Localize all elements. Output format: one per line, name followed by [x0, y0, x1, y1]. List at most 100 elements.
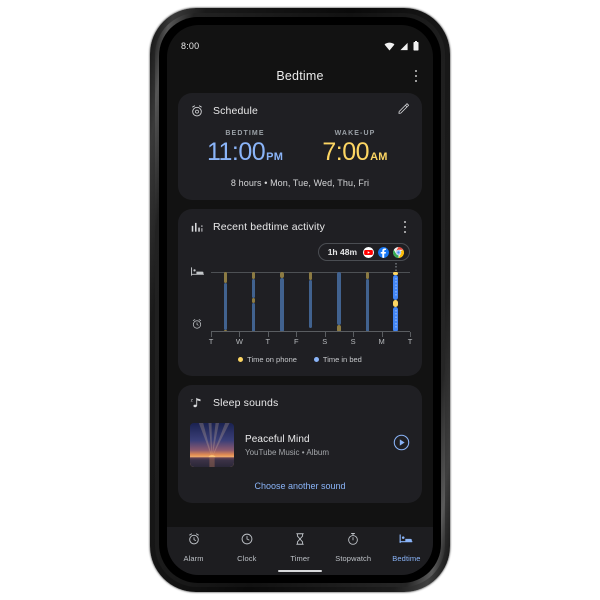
chart-x-labels: TWTFSSMT: [208, 337, 413, 351]
chart-bar-segment: [280, 272, 284, 278]
bottom-navigation: Alarm Clock Timer Stopwatch Bedtime: [167, 527, 433, 575]
signal-icon: [400, 42, 408, 50]
chart-gutter-icons: [190, 264, 210, 352]
legend-label: Time on phone: [247, 355, 297, 364]
usage-duration: 1h 48m: [327, 247, 357, 257]
sound-track-row[interactable]: Peaceful Mind YouTube Music • Album: [190, 423, 410, 467]
chart-x-label: T: [208, 337, 214, 346]
chrome-icon: [393, 246, 404, 258]
chart-bar-segment: [251, 278, 256, 299]
table-row[interactable]: [223, 272, 227, 332]
activity-title: Recent bedtime activity: [213, 221, 325, 233]
chart-bar-segment: [308, 272, 313, 280]
bedtime-clock: 11:00: [206, 138, 266, 166]
activity-more-vert-icon[interactable]: [400, 217, 410, 237]
alarm-schedule-icon: [192, 105, 202, 117]
phone-screen: 8:00 Bedtime Schedule BEDTIME 11:00PM WA…: [167, 25, 433, 575]
sleep-sounds-title: Sleep sounds: [213, 397, 279, 409]
legend-label: Time in bed: [322, 355, 362, 364]
wakeup-meridiem: AM: [370, 151, 388, 163]
activity-card-header: Recent bedtime activity: [190, 220, 410, 234]
table-row[interactable]: [337, 272, 341, 332]
hourglass-icon: [293, 532, 307, 551]
chart-plot-area: TWTFSSMT: [208, 263, 413, 352]
scroll-content: Schedule BEDTIME 11:00PM WAKE-UP 7:00AM …: [167, 93, 433, 548]
nav-item-label: Alarm: [183, 553, 204, 563]
chart-bar-segment: [223, 283, 227, 330]
chart-bar-segment: [280, 278, 284, 332]
status-bar: 8:00: [167, 38, 433, 54]
chart-bar-segment: [251, 272, 256, 279]
schedule-times: BEDTIME 11:00PM WAKE-UP 7:00AM: [190, 130, 410, 165]
chart-x-label: M: [378, 337, 385, 346]
music-note-icon: z: [191, 397, 201, 408]
sleep-sounds-header: z Sleep sounds: [190, 396, 410, 410]
chart-x-label: S: [322, 337, 328, 346]
chart-x-label: T: [265, 337, 271, 346]
wakeup-column[interactable]: WAKE-UP 7:00AM: [300, 130, 410, 165]
nav-item-alarm[interactable]: Alarm: [167, 532, 220, 563]
youtube-icon: [363, 246, 374, 258]
alarm-clock-icon: [192, 319, 202, 329]
wifi-icon: [384, 42, 395, 51]
bedtime-value: 11:00PM: [190, 140, 300, 165]
nav-item-stopwatch[interactable]: Stopwatch: [327, 532, 380, 563]
clock-icon: [240, 532, 254, 551]
pencil-edit-icon[interactable]: [397, 102, 410, 120]
legend-item: Time on phone: [238, 355, 297, 364]
chart-bar-segment: [393, 275, 399, 300]
chart-x-label: S: [350, 337, 356, 346]
facebook-icon: [378, 246, 389, 258]
bedtime-activity-chart[interactable]: TWTFSSMT: [190, 263, 413, 352]
activity-card: Recent bedtime activity 1h 48m T W T F S…: [178, 209, 422, 376]
bed-icon: [191, 267, 204, 276]
chart-bar-segment: [251, 298, 256, 304]
legend-color-dot: [238, 357, 244, 362]
bedtime-column[interactable]: BEDTIME 11:00PM: [190, 130, 300, 165]
table-row[interactable]: [308, 272, 313, 332]
nav-item-label: Clock: [237, 553, 257, 563]
bedtime-meridiem: PM: [266, 151, 284, 163]
play-circle-icon[interactable]: [393, 434, 410, 456]
svg-text:z: z: [191, 397, 194, 402]
nav-item-label: Bedtime: [392, 553, 421, 563]
chart-bar-segment: [337, 272, 341, 325]
nav-item-label: Stopwatch: [335, 553, 372, 563]
track-subtitle: YouTube Music • Album: [245, 447, 330, 457]
wakeup-clock: 7:00: [322, 138, 370, 166]
chart-bar-segment: [365, 272, 370, 280]
schedule-title: Schedule: [213, 105, 258, 117]
table-row[interactable]: [251, 272, 256, 332]
legend-color-dot: [313, 357, 319, 362]
usage-chip-row: 1h 48m: [190, 243, 410, 261]
selection-stem: [395, 263, 397, 272]
app-usage-chip[interactable]: 1h 48m: [317, 243, 410, 261]
nav-item-clock[interactable]: Clock: [220, 532, 273, 563]
nav-item-label: Timer: [290, 553, 310, 563]
chart-bar-segment: [308, 279, 313, 328]
status-bar-time: 8:00: [181, 41, 200, 51]
nav-item-bedtime[interactable]: Bedtime: [380, 532, 433, 563]
chart-bars-layer: [211, 263, 410, 332]
bed-icon: [399, 532, 413, 551]
status-bar-icons: [384, 41, 419, 51]
table-row[interactable]: [280, 272, 284, 332]
more-vert-icon[interactable]: [411, 66, 421, 86]
chart-bar-segment: [365, 279, 370, 332]
chart-bar-segment: [223, 272, 227, 284]
chart-legend: Time on phone Time in bed: [190, 355, 410, 364]
bedtime-label: BEDTIME: [225, 130, 265, 137]
schedule-card-header: Schedule: [190, 102, 410, 120]
app-bar: Bedtime: [167, 59, 433, 93]
sleep-sounds-card: z Sleep sounds Peaceful Mind YouTube Mus…: [178, 385, 422, 503]
table-row[interactable]: [365, 272, 370, 332]
track-info: Peaceful Mind YouTube Music • Album: [245, 434, 382, 457]
chart-bar-segment: [393, 272, 399, 275]
table-row[interactable]: [393, 263, 399, 332]
choose-another-sound-link[interactable]: Choose another sound: [190, 481, 410, 491]
alarm-icon: [187, 532, 201, 551]
chart-x-label: F: [293, 337, 299, 346]
chart-x-axis: [211, 331, 410, 332]
nav-item-timer[interactable]: Timer: [273, 532, 326, 572]
page-title: Bedtime: [276, 69, 324, 83]
